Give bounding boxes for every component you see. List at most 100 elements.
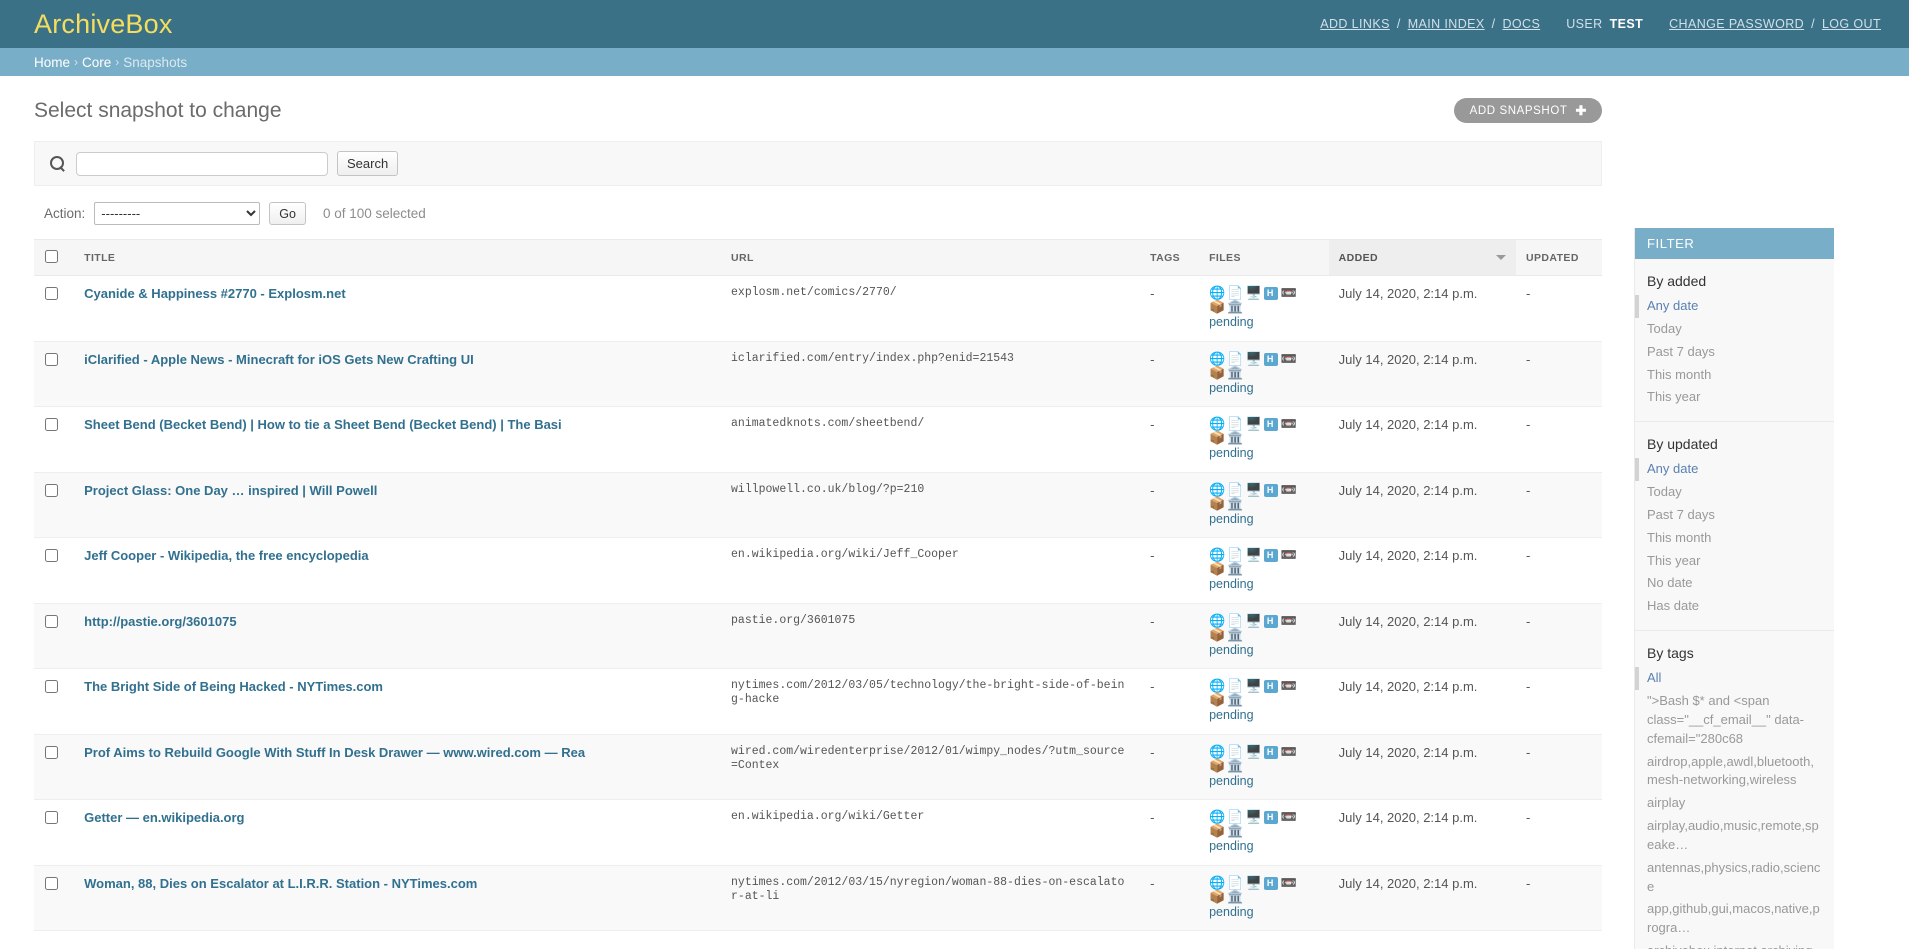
videocassette-icon[interactable]: 📼 <box>1281 810 1298 823</box>
filter-option-link[interactable]: No date <box>1647 574 1822 593</box>
row-checkbox[interactable] <box>45 745 58 759</box>
package-icon[interactable]: 📦 <box>1209 300 1226 313</box>
monitor-icon[interactable]: 🖥️ <box>1245 352 1262 365</box>
bank-icon[interactable]: 🏛️ <box>1227 759 1244 772</box>
search-input[interactable] <box>76 151 328 176</box>
add-snapshot-button[interactable]: ADD SNAPSHOT ✚ <box>1453 98 1602 123</box>
filter-option-link[interactable]: airplay,audio,music,remote,speake… <box>1647 817 1822 855</box>
column-header-updated[interactable]: UPDATED <box>1516 239 1602 276</box>
monitor-icon[interactable]: 🖥️ <box>1245 548 1262 561</box>
snapshot-title-link[interactable]: Getter — en.wikipedia.org <box>84 810 244 825</box>
globe-icon[interactable]: 🌐 <box>1209 417 1226 430</box>
package-icon[interactable]: 📦 <box>1209 890 1226 903</box>
bank-icon[interactable]: 🏛️ <box>1227 628 1244 641</box>
page-icon[interactable]: 📄 <box>1227 483 1244 496</box>
h-badge-icon[interactable]: H <box>1263 811 1278 824</box>
bank-icon[interactable]: 🏛️ <box>1227 693 1244 706</box>
bank-icon[interactable]: 🏛️ <box>1227 562 1244 575</box>
row-checkbox[interactable] <box>45 614 58 628</box>
globe-icon[interactable]: 🌐 <box>1209 679 1226 692</box>
bank-icon[interactable]: 🏛️ <box>1227 300 1244 313</box>
h-badge-icon[interactable]: H <box>1263 287 1278 300</box>
page-icon[interactable]: 📄 <box>1227 286 1244 299</box>
snapshot-title-link[interactable]: Project Glass: One Day … inspired | Will… <box>84 483 377 498</box>
snapshot-title-link[interactable]: Prof Aims to Rebuild Google With Stuff I… <box>84 745 585 760</box>
breadcrumb-core[interactable]: Core <box>82 55 111 70</box>
snapshot-title-link[interactable]: Cyanide & Happiness #2770 - Explosm.net <box>84 286 346 301</box>
column-header-tags[interactable]: TAGS <box>1140 239 1200 276</box>
page-icon[interactable]: 📄 <box>1227 810 1244 823</box>
package-icon[interactable]: 📦 <box>1209 628 1226 641</box>
filter-option-link[interactable]: app,github,gui,macos,native,progra… <box>1647 900 1822 938</box>
sort-descending-icon[interactable] <box>1496 255 1507 260</box>
filter-option-link[interactable]: This year <box>1647 552 1822 571</box>
row-checkbox[interactable] <box>45 418 58 431</box>
row-checkbox[interactable] <box>45 352 58 366</box>
h-badge-icon[interactable]: H <box>1263 352 1278 366</box>
package-icon[interactable]: 📦 <box>1209 759 1226 772</box>
globe-icon[interactable]: 🌐 <box>1209 286 1226 299</box>
h-badge-icon[interactable]: H <box>1263 745 1278 759</box>
filter-option-link[interactable]: Past 7 days <box>1647 343 1822 362</box>
globe-icon[interactable]: 🌐 <box>1209 745 1226 758</box>
filter-option-link[interactable]: All <box>1647 669 1822 688</box>
monitor-icon[interactable]: 🖥️ <box>1245 483 1262 496</box>
monitor-icon[interactable]: 🖥️ <box>1245 876 1262 889</box>
filter-option-link[interactable]: airplay <box>1647 794 1822 813</box>
page-icon[interactable]: 📄 <box>1227 548 1244 561</box>
bank-icon[interactable]: 🏛️ <box>1227 497 1244 510</box>
videocassette-icon[interactable]: 📼 <box>1281 745 1298 758</box>
filter-option-link[interactable]: This year <box>1647 388 1822 407</box>
filter-option-link[interactable]: Past 7 days <box>1647 506 1822 525</box>
h-badge-icon[interactable]: H <box>1263 418 1278 431</box>
change-password-link[interactable]: CHANGE PASSWORD <box>1669 17 1804 31</box>
videocassette-icon[interactable]: 📼 <box>1281 548 1298 561</box>
package-icon[interactable]: 📦 <box>1209 824 1226 837</box>
videocassette-icon[interactable]: 📼 <box>1281 352 1298 365</box>
package-icon[interactable]: 📦 <box>1209 693 1226 706</box>
column-header-files[interactable]: FILES <box>1199 239 1329 276</box>
globe-icon[interactable]: 🌐 <box>1209 548 1226 561</box>
filter-option-link[interactable]: archivebox,internet archiving <box>1647 942 1822 949</box>
filter-option-link[interactable]: airdrop,apple,awdl,bluetooth,mesh-networ… <box>1647 753 1822 791</box>
row-checkbox[interactable] <box>45 680 58 693</box>
globe-icon[interactable]: 🌐 <box>1209 876 1226 889</box>
column-header-url[interactable]: URL <box>721 239 1141 276</box>
page-icon[interactable]: 📄 <box>1227 876 1244 889</box>
brand-logo[interactable]: ArchiveBox <box>34 10 173 38</box>
package-icon[interactable]: 📦 <box>1209 431 1226 444</box>
log-out-link[interactable]: LOG OUT <box>1822 17 1881 31</box>
snapshot-title-link[interactable]: Sheet Bend (Becket Bend) | How to tie a … <box>84 417 562 432</box>
main-index-link[interactable]: MAIN INDEX <box>1408 17 1485 31</box>
monitor-icon[interactable]: 🖥️ <box>1245 417 1262 430</box>
videocassette-icon[interactable]: 📼 <box>1281 483 1298 496</box>
filter-option-link[interactable]: Any date <box>1647 460 1822 479</box>
h-badge-icon[interactable]: H <box>1263 614 1278 628</box>
monitor-icon[interactable]: 🖥️ <box>1245 679 1262 692</box>
page-icon[interactable]: 📄 <box>1227 745 1244 758</box>
globe-icon[interactable]: 🌐 <box>1209 483 1226 496</box>
bank-icon[interactable]: 🏛️ <box>1227 824 1244 837</box>
videocassette-icon[interactable]: 📼 <box>1281 876 1298 889</box>
monitor-icon[interactable]: 🖥️ <box>1245 614 1262 627</box>
snapshot-title-link[interactable]: http://pastie.org/3601075 <box>84 614 236 629</box>
package-icon[interactable]: 📦 <box>1209 562 1226 575</box>
docs-link[interactable]: DOCS <box>1503 17 1541 31</box>
page-icon[interactable]: 📄 <box>1227 679 1244 692</box>
package-icon[interactable]: 📦 <box>1209 366 1226 379</box>
page-icon[interactable]: 📄 <box>1227 352 1244 365</box>
search-button[interactable]: Search <box>337 151 399 176</box>
row-checkbox[interactable] <box>45 483 58 497</box>
row-checkbox[interactable] <box>45 811 58 824</box>
h-badge-icon[interactable]: H <box>1263 876 1278 890</box>
monitor-icon[interactable]: 🖥️ <box>1245 286 1262 299</box>
monitor-icon[interactable]: 🖥️ <box>1245 745 1262 758</box>
column-header-title[interactable]: TITLE <box>74 239 722 276</box>
filter-option-link[interactable]: Today <box>1647 320 1822 339</box>
h-badge-icon[interactable]: H <box>1263 483 1278 497</box>
videocassette-icon[interactable]: 📼 <box>1281 614 1298 627</box>
filter-option-link[interactable]: This month <box>1647 529 1822 548</box>
globe-icon[interactable]: 🌐 <box>1209 810 1226 823</box>
filter-option-link[interactable]: Has date <box>1647 597 1822 616</box>
row-checkbox[interactable] <box>45 287 58 300</box>
